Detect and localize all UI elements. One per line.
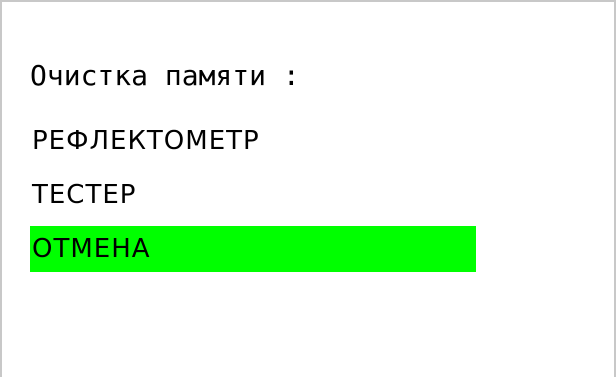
menu-item-cancel[interactable]: ОТМЕНА (30, 226, 476, 272)
menu-item-reflectometer[interactable]: РЕФЛЕКТОМЕТР (30, 118, 476, 164)
memory-clear-menu: РЕФЛЕКТОМЕТР ТЕСТЕР ОТМЕНА (30, 118, 476, 280)
memory-clear-screen: Очистка памяти : РЕФЛЕКТОМЕТР ТЕСТЕР ОТМ… (0, 0, 616, 377)
screen-title: Очистка памяти : (30, 59, 300, 92)
menu-item-tester[interactable]: ТЕСТЕР (30, 172, 476, 218)
